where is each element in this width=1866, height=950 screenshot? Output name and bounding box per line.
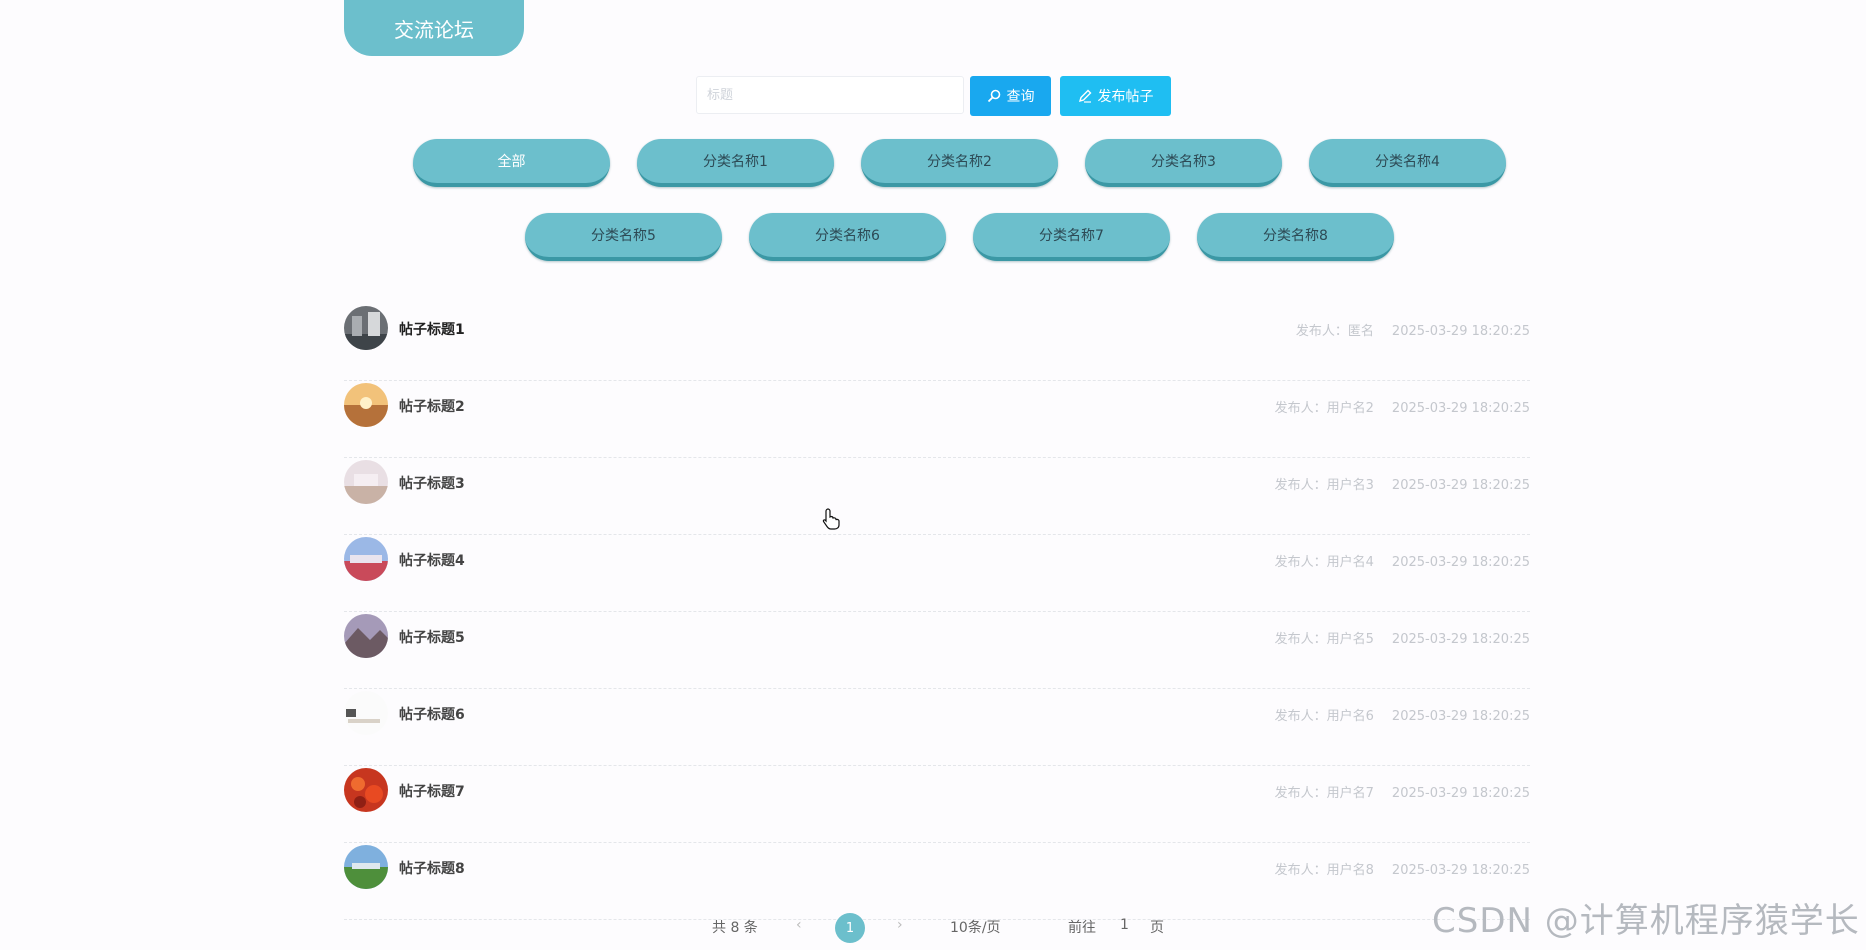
category-label: 分类名称5: [591, 228, 656, 244]
search-bar: 查询 发布帖子: [0, 76, 1866, 116]
edit-icon: [1078, 89, 1091, 103]
post-author: 发布人：用户名8: [1274, 863, 1374, 878]
post-title[interactable]: 帖子标题5: [399, 627, 465, 647]
query-button[interactable]: 查询: [970, 76, 1051, 116]
post-time: 2025-03-29 18:20:25: [1391, 478, 1530, 493]
post-time: 2025-03-29 18:20:25: [1391, 709, 1530, 724]
post-time: 2025-03-29 18:20:25: [1391, 401, 1530, 416]
post-avatar: [344, 691, 388, 735]
post-item[interactable]: 帖子标题8 发布人：用户名8 2025-03-29 18:20:25: [344, 845, 1530, 920]
category-label: 分类名称1: [703, 154, 768, 170]
category-2[interactable]: 分类名称2: [861, 139, 1058, 187]
hand-cursor-icon: [822, 508, 840, 530]
publish-button-label: 发布帖子: [1097, 89, 1154, 105]
post-title[interactable]: 帖子标题4: [399, 550, 465, 570]
post-author: 发布人：用户名4: [1274, 555, 1374, 570]
category-all[interactable]: 全部: [413, 139, 610, 187]
category-7[interactable]: 分类名称7: [973, 213, 1170, 261]
page-title: 交流论坛: [394, 17, 474, 42]
post-meta: 发布人：用户名3 2025-03-29 18:20:25: [1275, 474, 1530, 493]
post-item[interactable]: 帖子标题1 发布人：匿名 2025-03-29 18:20:25: [344, 306, 1530, 381]
post-author: 发布人：匿名: [1295, 324, 1374, 339]
goto-page-input[interactable]: 1: [1120, 917, 1129, 933]
pagination-total: 共 8 条: [712, 920, 758, 936]
post-time: 2025-03-29 18:20:25: [1391, 555, 1530, 570]
post-avatar: [344, 306, 388, 350]
page-unit-label: 页: [1150, 920, 1164, 936]
post-meta: 发布人：用户名6 2025-03-29 18:20:25: [1275, 705, 1530, 724]
next-page-button[interactable]: ›: [897, 917, 903, 933]
category-label: 分类名称4: [1375, 154, 1440, 170]
post-author: 发布人：用户名5: [1274, 632, 1374, 647]
post-time: 2025-03-29 18:20:25: [1391, 324, 1530, 339]
post-meta: 发布人：匿名 2025-03-29 18:20:25: [1296, 320, 1530, 339]
page-size-select[interactable]: 10条/页: [950, 917, 1001, 937]
category-label: 分类名称2: [927, 154, 992, 170]
current-page[interactable]: 1: [835, 913, 865, 943]
post-title[interactable]: 帖子标题3: [399, 473, 465, 493]
post-avatar: [344, 845, 388, 889]
post-avatar: [344, 460, 388, 504]
post-item[interactable]: 帖子标题4 发布人：用户名4 2025-03-29 18:20:25: [344, 537, 1530, 612]
post-item[interactable]: 帖子标题5 发布人：用户名5 2025-03-29 18:20:25: [344, 614, 1530, 689]
post-author: 发布人：用户名7: [1274, 786, 1374, 801]
post-meta: 发布人：用户名4 2025-03-29 18:20:25: [1275, 551, 1530, 570]
post-title[interactable]: 帖子标题2: [399, 396, 465, 416]
post-meta: 发布人：用户名5 2025-03-29 18:20:25: [1275, 628, 1530, 647]
post-title[interactable]: 帖子标题6: [399, 704, 465, 724]
category-label: 分类名称7: [1039, 228, 1104, 244]
post-avatar: [344, 537, 388, 581]
category-5[interactable]: 分类名称5: [525, 213, 722, 261]
category-label: 分类名称6: [815, 228, 880, 244]
post-title[interactable]: 帖子标题8: [399, 858, 465, 878]
category-label: 分类名称3: [1151, 154, 1216, 170]
post-time: 2025-03-29 18:20:25: [1391, 632, 1530, 647]
post-meta: 发布人：用户名8 2025-03-29 18:20:25: [1275, 859, 1530, 878]
post-title[interactable]: 帖子标题1: [399, 319, 465, 339]
post-author: 发布人：用户名3: [1274, 478, 1374, 493]
prev-page-button[interactable]: ‹: [796, 917, 802, 933]
post-meta: 发布人：用户名2 2025-03-29 18:20:25: [1275, 397, 1530, 416]
category-1[interactable]: 分类名称1: [637, 139, 834, 187]
query-button-label: 查询: [1006, 89, 1035, 105]
post-time: 2025-03-29 18:20:25: [1391, 863, 1530, 878]
post-avatar: [344, 614, 388, 658]
title-search-input[interactable]: [696, 76, 964, 114]
category-label: 分类名称8: [1263, 228, 1328, 244]
post-avatar: [344, 768, 388, 812]
post-item[interactable]: 帖子标题2 发布人：用户名2 2025-03-29 18:20:25: [344, 383, 1530, 458]
post-author: 发布人：用户名2: [1274, 401, 1374, 416]
post-author: 发布人：用户名6: [1274, 709, 1374, 724]
post-item[interactable]: 帖子标题6 发布人：用户名6 2025-03-29 18:20:25: [344, 691, 1530, 766]
post-item[interactable]: 帖子标题7 发布人：用户名7 2025-03-29 18:20:25: [344, 768, 1530, 843]
category-6[interactable]: 分类名称6: [749, 213, 946, 261]
page-title-tab: 交流论坛: [344, 0, 524, 56]
category-3[interactable]: 分类名称3: [1085, 139, 1282, 187]
post-item[interactable]: 帖子标题3 发布人：用户名3 2025-03-29 18:20:25: [344, 460, 1530, 535]
watermark: CSDN @计算机程序猿学长: [1432, 901, 1860, 941]
publish-post-button[interactable]: 发布帖子: [1060, 76, 1171, 116]
category-8[interactable]: 分类名称8: [1197, 213, 1394, 261]
post-time: 2025-03-29 18:20:25: [1391, 786, 1530, 801]
post-meta: 发布人：用户名7 2025-03-29 18:20:25: [1275, 782, 1530, 801]
search-icon: [987, 89, 1000, 103]
goto-label: 前往: [1068, 920, 1096, 936]
post-title[interactable]: 帖子标题7: [399, 781, 465, 801]
category-label: 全部: [497, 154, 526, 170]
category-4[interactable]: 分类名称4: [1309, 139, 1506, 187]
post-avatar: [344, 383, 388, 427]
